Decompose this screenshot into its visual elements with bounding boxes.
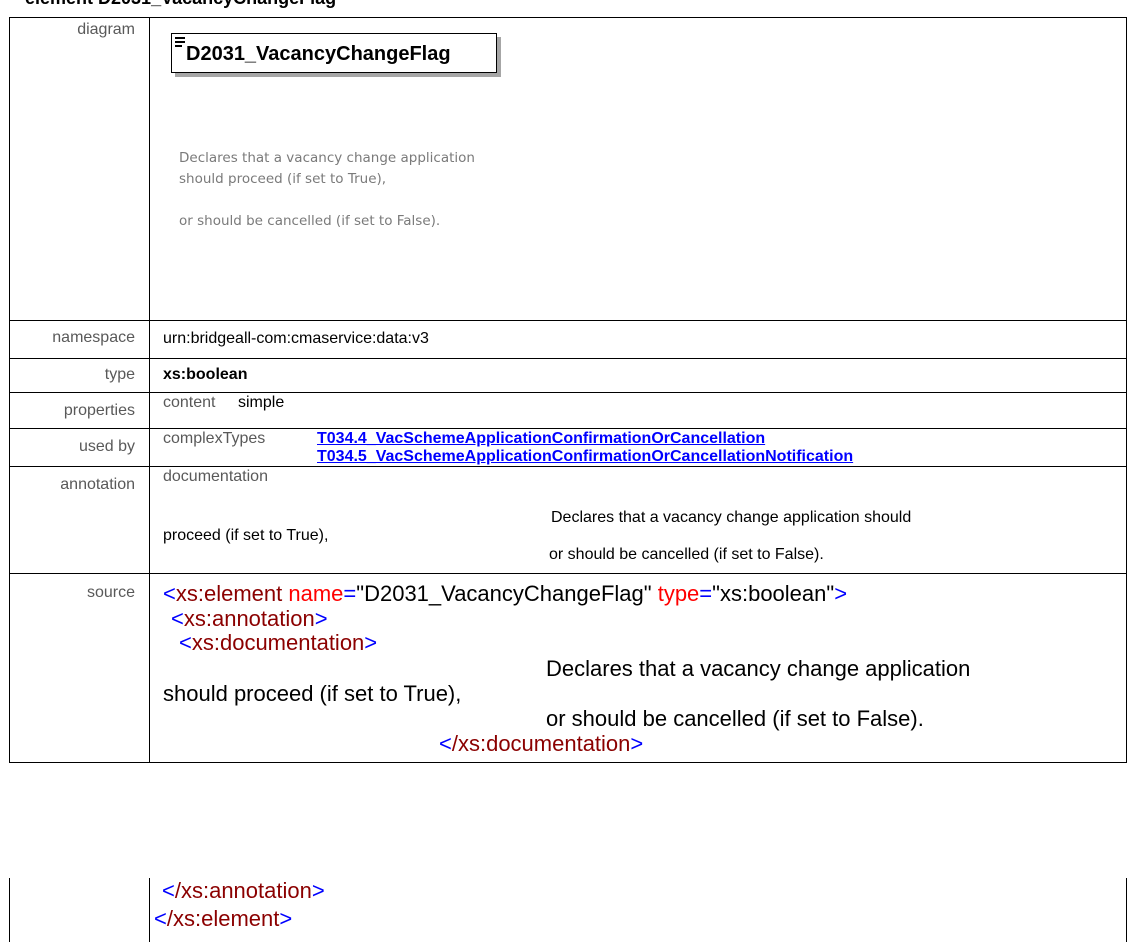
annotation-content: documentation Declares that a vacancy ch… xyxy=(150,467,1126,573)
table-border-extension xyxy=(9,878,10,942)
type-row: type xs:boolean xyxy=(9,358,1127,393)
xml-line: <xs:element name="D2031_VacancyChangeFla… xyxy=(163,581,847,607)
xml-line: </xs:documentation> xyxy=(439,731,643,757)
namespace-row: namespace urn:bridgeall-com:cmaservice:d… xyxy=(9,320,1127,359)
schema-diagram: D2031_VacancyChangeFlag Declares that a … xyxy=(150,18,1126,320)
xml-line: <xs:documentation> xyxy=(179,630,377,656)
used-by-cell: complexTypes T034.4_VacSchemeApplication… xyxy=(149,428,1127,467)
xml-attr: name xyxy=(288,581,344,606)
diagram-label: diagram xyxy=(9,17,150,321)
xml-bracket: = xyxy=(343,581,357,606)
source-label: source xyxy=(9,573,150,763)
used-by-row: used by complexTypes T034.4_VacSchemeApp… xyxy=(9,428,1127,467)
xml-bracket: > xyxy=(311,878,325,903)
element-box-name: D2031_VacancyChangeFlag xyxy=(186,43,451,65)
xml-line: </xs:annotation> xyxy=(162,878,325,904)
xml-bracket: < xyxy=(439,731,452,756)
annotation-text-line: or should be cancelled (if set to False)… xyxy=(549,546,824,563)
xml-tag: xs:element xyxy=(175,581,283,606)
xml-bracket: > xyxy=(314,606,328,631)
properties-cell: content simple xyxy=(149,392,1127,429)
properties-content: content simple xyxy=(150,393,1126,412)
element-lines-icon xyxy=(175,37,185,47)
annotation-cell: documentation Declares that a vacancy ch… xyxy=(149,466,1127,574)
diagram-doc-line: Declares that a vacancy change applicati… xyxy=(179,150,475,187)
xml-text-line: should proceed (if set to True), xyxy=(163,681,462,706)
element-box[interactable]: D2031_VacancyChangeFlag xyxy=(171,33,497,73)
page-heading: element D2031_VacancyChangeFlag xyxy=(25,0,336,9)
properties-row: properties content simple xyxy=(9,392,1127,429)
used-by-key: complexTypes xyxy=(163,430,266,447)
xml-attr: type xyxy=(657,581,700,606)
xml-attr-value: "D2031_VacancyChangeFlag" xyxy=(356,581,652,606)
diagram-cell: D2031_VacancyChangeFlag Declares that a … xyxy=(149,17,1127,321)
xml-bracket: < xyxy=(171,606,184,631)
table-border-extension xyxy=(149,878,150,942)
properties-value: simple xyxy=(238,394,285,411)
complex-type-link[interactable]: T034.5_VacSchemeApplicationConfirmationO… xyxy=(317,448,853,466)
xml-source: <xs:element name="D2031_VacancyChangeFla… xyxy=(150,574,1126,762)
namespace-value: urn:bridgeall-com:cmaservice:data:v3 xyxy=(163,330,429,347)
annotation-key: documentation xyxy=(163,468,268,485)
xml-line: </xs:element> xyxy=(154,906,292,932)
xml-bracket: > xyxy=(834,581,848,606)
annotation-text-line: Declares that a vacancy change applicati… xyxy=(551,509,912,526)
source-cell: <xs:element name="D2031_VacancyChangeFla… xyxy=(149,573,1127,763)
complex-type-link[interactable]: T034.4_VacSchemeApplicationConfirmationO… xyxy=(317,430,853,448)
xml-bracket: > xyxy=(364,630,378,655)
properties-key: content xyxy=(163,394,216,411)
xml-tag: /xs:annotation xyxy=(174,878,312,903)
xml-tag: xs:annotation xyxy=(183,606,315,631)
xml-bracket: < xyxy=(154,906,167,931)
properties-label: properties xyxy=(9,392,150,429)
xml-bracket: < xyxy=(163,581,176,606)
diagram-doc-line: or should be cancelled (if set to False)… xyxy=(179,213,441,229)
namespace-cell: urn:bridgeall-com:cmaservice:data:v3 xyxy=(149,320,1127,359)
xml-bracket: < xyxy=(162,878,175,903)
xml-bracket: = xyxy=(699,581,713,606)
annotation-text-line: proceed (if set to True), xyxy=(163,527,329,544)
diagram-documentation: Declares that a vacancy change applicati… xyxy=(179,148,489,253)
xml-tag: /xs:element xyxy=(166,906,280,931)
xml-line: <xs:annotation> xyxy=(171,606,328,632)
namespace-label: namespace xyxy=(9,320,150,359)
source-row: source <xs:element name="D2031_VacancyCh… xyxy=(9,573,1127,763)
table-border-extension xyxy=(1126,878,1127,942)
xml-bracket: < xyxy=(179,630,192,655)
used-by-label: used by xyxy=(9,428,150,467)
type-cell: xs:boolean xyxy=(149,358,1127,393)
used-by-links: T034.4_VacSchemeApplicationConfirmationO… xyxy=(317,430,853,466)
xml-bracket: > xyxy=(630,731,644,756)
xml-bracket: > xyxy=(279,906,293,931)
xml-text-line: Declares that a vacancy change applicati… xyxy=(546,656,971,681)
annotation-label: annotation xyxy=(9,466,150,574)
xml-attr-value: "xs:boolean" xyxy=(712,581,835,606)
annotation-row: annotation documentation Declares that a… xyxy=(9,466,1127,574)
type-value: xs:boolean xyxy=(163,366,248,383)
xml-text-line: or should be cancelled (if set to False)… xyxy=(546,706,924,731)
xml-tag: xs:documentation xyxy=(191,630,365,655)
element-doc-table: diagram D2031_VacancyChangeFlag Declares… xyxy=(9,17,1127,763)
used-by-content: complexTypes T034.4_VacSchemeApplication… xyxy=(150,429,1126,466)
type-label: type xyxy=(9,358,150,393)
xml-tag: /xs:documentation xyxy=(451,731,631,756)
diagram-row: diagram D2031_VacancyChangeFlag Declares… xyxy=(9,17,1127,321)
